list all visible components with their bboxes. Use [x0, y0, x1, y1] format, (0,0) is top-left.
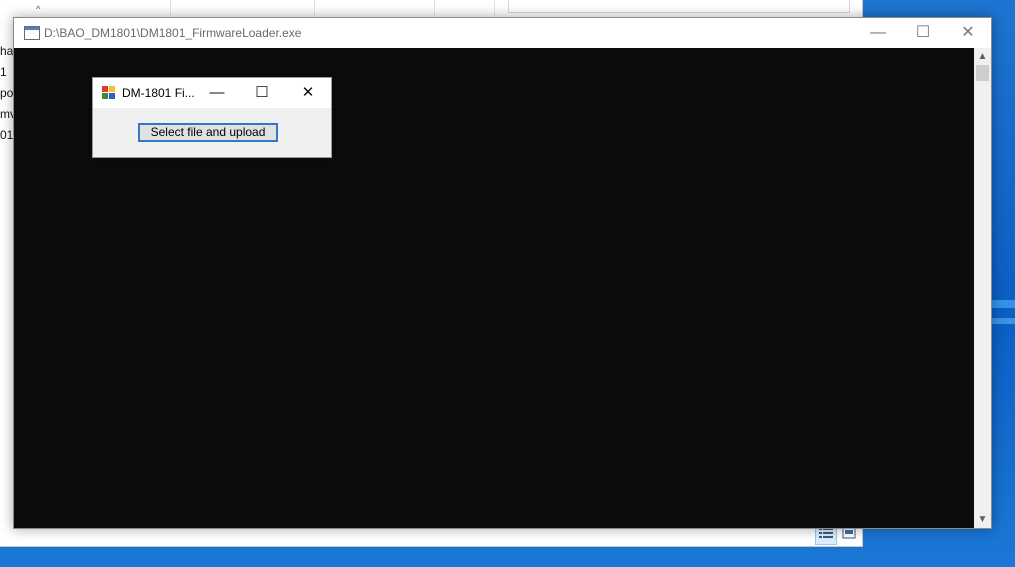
select-file-and-upload-button[interactable]: Select file and upload — [138, 123, 278, 142]
scrollbar-thumb[interactable] — [976, 65, 989, 81]
column-header-date[interactable] — [170, 0, 315, 16]
close-button[interactable]: ✕ — [945, 18, 991, 48]
console-title-bar[interactable]: D:\BAO_DM1801\DM1801_FirmwareLoader.exe … — [14, 18, 991, 48]
column-header-size[interactable] — [434, 0, 495, 16]
desktop-accent — [990, 300, 1015, 308]
column-header-name[interactable] — [0, 0, 171, 16]
dialog-minimize-button[interactable]: — — [194, 78, 240, 108]
scroll-up-icon[interactable]: ▲ — [974, 48, 991, 65]
dialog-maximize-button[interactable]: ☐ — [239, 78, 285, 108]
desktop-accent — [990, 318, 1015, 324]
sort-arrow-icon: ^ — [36, 4, 41, 14]
scroll-down-icon[interactable]: ▼ — [974, 511, 991, 528]
dialog-close-button[interactable]: ✕ — [285, 78, 331, 108]
console-title: D:\BAO_DM1801\DM1801_FirmwareLoader.exe — [44, 26, 302, 40]
app-icon — [102, 86, 116, 100]
firmware-loader-dialog: DM-1801 Fi... — ☐ ✕ Select file and uplo… — [92, 77, 332, 158]
minimize-button[interactable]: — — [855, 18, 901, 48]
explorer-search-box[interactable] — [508, 0, 850, 13]
maximize-button[interactable]: ☐ — [900, 18, 946, 48]
vertical-scrollbar[interactable]: ▲ ▼ — [974, 48, 991, 528]
explorer-status-bar — [0, 528, 862, 546]
dialog-title-bar[interactable]: DM-1801 Fi... — ☐ ✕ — [93, 78, 331, 108]
console-app-icon — [24, 26, 40, 40]
column-header-type[interactable] — [314, 0, 435, 16]
dialog-title: DM-1801 Fi... — [122, 86, 195, 100]
